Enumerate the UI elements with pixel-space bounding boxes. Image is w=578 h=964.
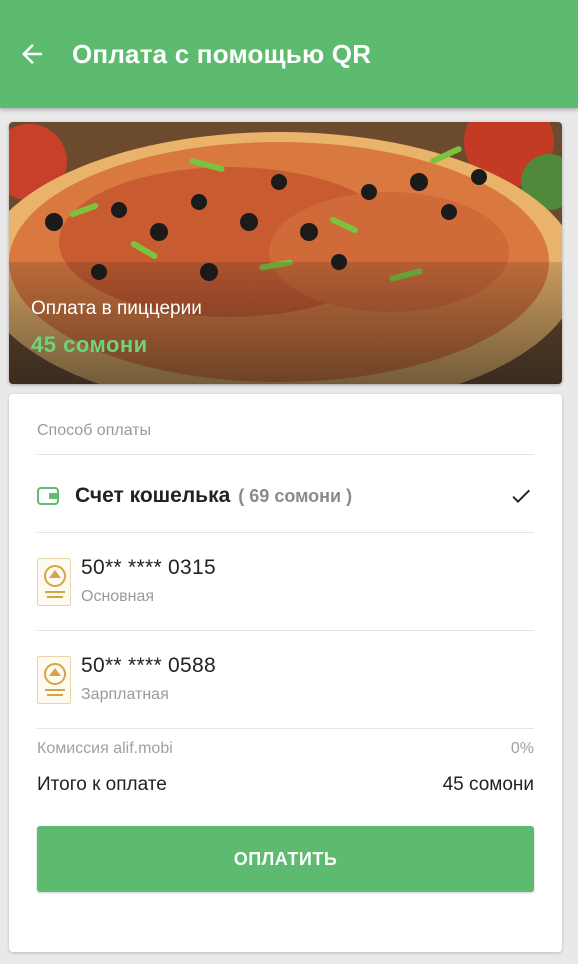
wallet-balance: ( 69 сомони ) [238, 485, 353, 506]
check-icon [512, 489, 530, 503]
payment-amount: 45 сомони [31, 332, 148, 357]
bank-logo-icon [37, 656, 71, 704]
app-bar: Оплата с помощью QR [0, 0, 578, 108]
wallet-name: Счет кошелька [75, 484, 231, 507]
bank-card-option[interactable]: 50** **** 0588 Зарплатная [37, 630, 534, 720]
total-value: 45 сомони [442, 774, 534, 795]
wallet-option[interactable]: Счет кошелька ( 69 сомони ) [37, 464, 534, 528]
card-label: Основная [81, 588, 155, 605]
fee-label: Комиссия alif.mobi [37, 740, 173, 757]
payment-card: Способ оплаты Счет кошелька ( 69 сомони … [9, 394, 562, 952]
card-number: 50** **** 0315 [81, 556, 216, 579]
banner-overlay [9, 262, 562, 384]
merchant-label: Оплата в пиццерии [31, 298, 202, 319]
total-label: Итого к оплате [37, 774, 167, 795]
divider [37, 454, 534, 455]
back-button[interactable] [12, 34, 52, 74]
wallet-icon [37, 487, 59, 505]
pay-button[interactable]: ОПЛАТИТЬ [37, 826, 534, 892]
arrow-left-icon [22, 44, 42, 64]
page-title: Оплата с помощью QR [72, 38, 372, 69]
bank-card-option[interactable]: 50** **** 0315 Основная [37, 532, 534, 622]
card-label: Зарплатная [81, 686, 169, 703]
fee-value: 0% [510, 740, 534, 757]
bank-logo-icon [37, 558, 71, 606]
payment-method-label: Способ оплаты [37, 422, 152, 439]
merchant-banner: Оплата в пиццерии 45 сомони [9, 122, 562, 384]
card-number: 50** **** 0588 [81, 654, 216, 677]
divider [37, 728, 534, 729]
